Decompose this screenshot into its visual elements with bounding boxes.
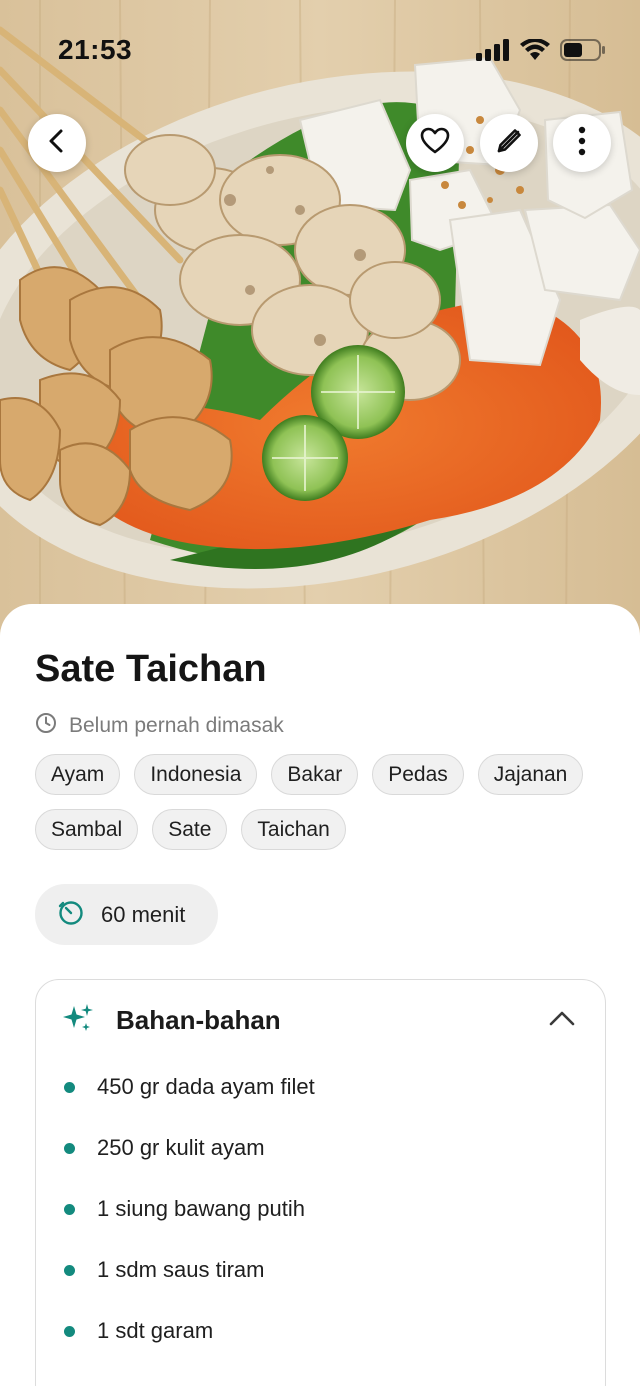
status-bar: 21:53 bbox=[0, 0, 640, 100]
chevron-up-icon bbox=[549, 1010, 575, 1031]
tag-chip[interactable]: Sambal bbox=[35, 809, 139, 850]
back-button[interactable] bbox=[28, 114, 86, 172]
bullet-icon bbox=[64, 1204, 75, 1215]
ingredient-item: 1 sdm saus tiram bbox=[36, 1256, 605, 1317]
ingredient-text: 1 siung bawang putih bbox=[97, 1196, 305, 1221]
more-vertical-icon bbox=[577, 126, 587, 161]
tag-chip[interactable]: Sate bbox=[152, 809, 228, 850]
cooking-time-text: 60 menit bbox=[101, 901, 186, 927]
cooked-status: Belum pernah dimasak bbox=[35, 712, 284, 740]
tag-list: Ayam Indonesia Bakar Pedas Jajanan Samba… bbox=[35, 754, 615, 850]
cooking-time-chip: 60 menit bbox=[35, 884, 218, 945]
bullet-icon bbox=[64, 1265, 75, 1276]
ingredient-item: 1 sdt garam bbox=[36, 1317, 605, 1378]
ingredient-text: 1 sdt garam bbox=[97, 1318, 214, 1343]
recipe-title: Sate Taichan bbox=[35, 648, 267, 690]
edit-button[interactable] bbox=[480, 114, 538, 172]
tag-chip[interactable]: Indonesia bbox=[134, 754, 258, 795]
ingredient-item: 1 siung bawang putih bbox=[36, 1195, 605, 1256]
ingredient-text: 450 gr dada ayam filet bbox=[97, 1074, 315, 1099]
bullet-icon bbox=[64, 1082, 75, 1093]
ingredients-card: Bahan-bahan 450 gr dada ayam filet 250 g… bbox=[35, 979, 606, 1386]
wifi-icon bbox=[520, 38, 550, 66]
tag-chip[interactable]: Ayam bbox=[35, 754, 121, 795]
ingredient-item: 450 gr dada ayam filet bbox=[36, 1073, 605, 1134]
status-icons bbox=[476, 38, 606, 67]
ingredients-header[interactable]: Bahan-bahan bbox=[36, 980, 605, 1062]
recipe-detail-sheet: Sate Taichan Belum pernah dimasak Ayam I… bbox=[0, 604, 640, 1386]
favorite-button[interactable] bbox=[406, 114, 464, 172]
clock-icon bbox=[35, 712, 57, 740]
ingredient-text: 250 gr kulit ayam bbox=[97, 1135, 265, 1160]
pencil-icon bbox=[494, 126, 524, 161]
sparkle-icon bbox=[61, 1002, 95, 1041]
ingredient-text: 1 sdm saus tiram bbox=[97, 1257, 265, 1282]
status-time: 21:53 bbox=[58, 34, 133, 65]
cooked-status-text: Belum pernah dimasak bbox=[69, 714, 284, 737]
heart-icon bbox=[420, 127, 450, 160]
battery-icon bbox=[560, 38, 606, 67]
more-options-button[interactable] bbox=[553, 114, 611, 172]
bullet-icon bbox=[64, 1326, 75, 1337]
bullet-icon bbox=[64, 1143, 75, 1154]
timer-icon bbox=[57, 898, 85, 932]
ingredients-title: Bahan-bahan bbox=[116, 1005, 281, 1035]
ingredient-item: 250 gr kulit ayam bbox=[36, 1134, 605, 1195]
ingredients-list: 450 gr dada ayam filet 250 gr kulit ayam… bbox=[36, 1073, 605, 1378]
signal-icon bbox=[476, 39, 510, 66]
tag-chip[interactable]: Bakar bbox=[271, 754, 359, 795]
tag-chip[interactable]: Taichan bbox=[241, 809, 346, 850]
tag-chip[interactable]: Pedas bbox=[372, 754, 464, 795]
chevron-left-icon bbox=[44, 128, 70, 159]
tag-chip[interactable]: Jajanan bbox=[477, 754, 584, 795]
